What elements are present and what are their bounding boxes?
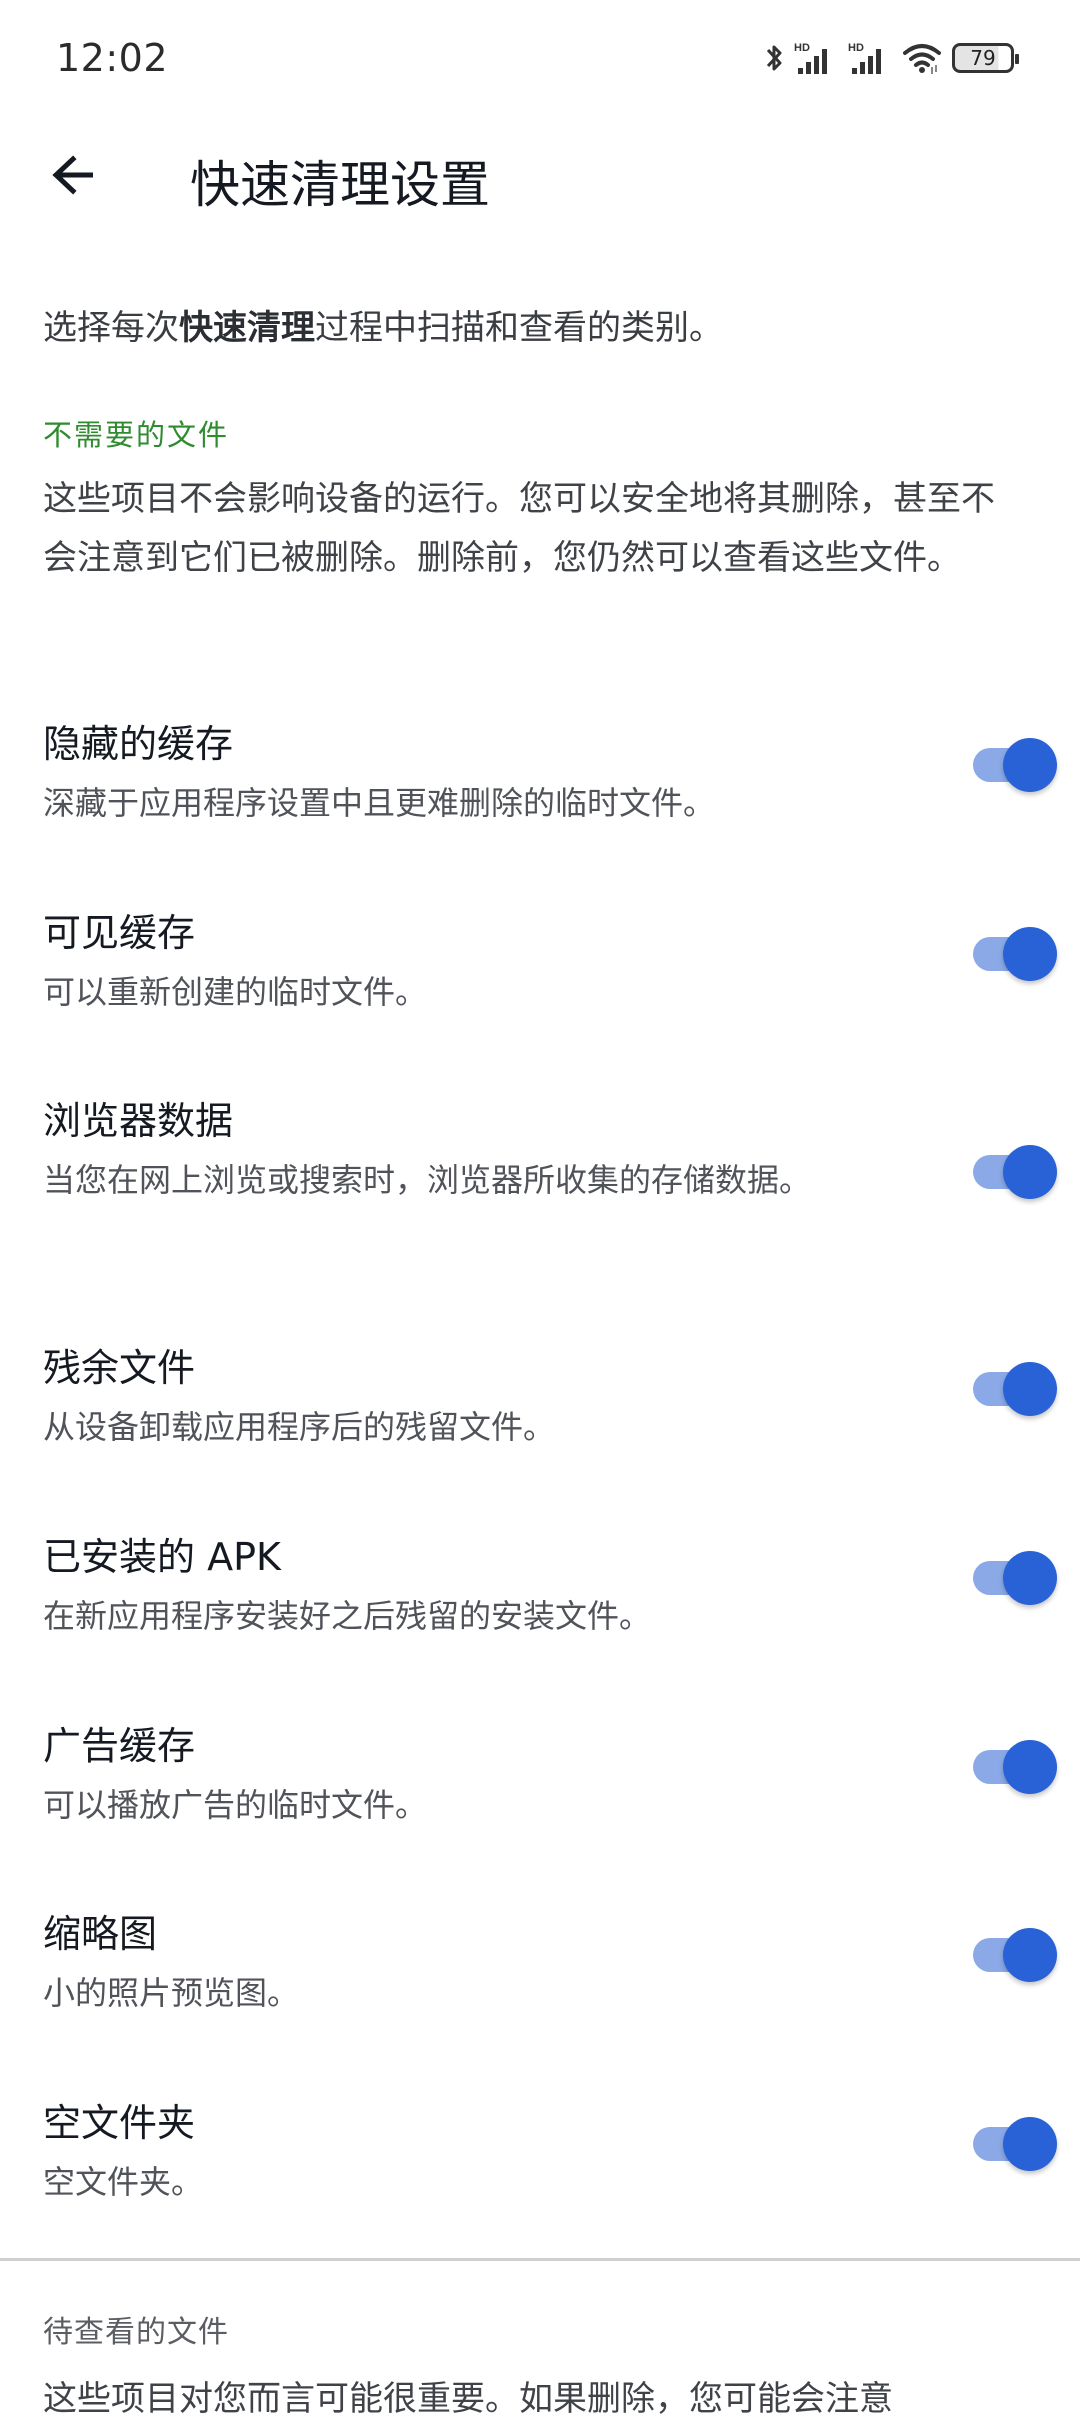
item-subtitle: 可以重新创建的临时文件。 <box>43 973 428 1011</box>
intro-suffix: 过程中扫描和查看的类别。 <box>315 308 723 348</box>
svg-text:HD: HD <box>794 42 810 54</box>
toggle-switch[interactable] <box>970 1142 1060 1202</box>
item-subtitle: 从设备卸载应用程序后的残留文件。 <box>43 1408 556 1446</box>
toggle-thumb <box>1003 2117 1057 2171</box>
item-title: 缩略图 <box>43 1912 158 1956</box>
toggle-thumb <box>1003 1362 1057 1416</box>
section-header-unneeded: 不需要的文件 <box>43 418 230 452</box>
intro-text: 选择每次快速清理过程中扫描和查看的类别。 <box>43 300 723 349</box>
toggle-thumb <box>1003 1740 1057 1794</box>
item-subtitle: 在新应用程序安装好之后残留的安装文件。 <box>43 1597 652 1635</box>
toggle-switch[interactable] <box>970 1925 1060 1985</box>
section-description: 这些项目不会影响设备的运行。您可以安全地将其删除，甚至不会注意到它们已被删除。删… <box>43 479 995 578</box>
setting-item-empty-folders[interactable]: 空文件夹 空文件夹。 <box>0 2092 1080 2252</box>
setting-item-browser-data[interactable]: 浏览器数据 当您在网上浏览或搜索时，浏览器所收集的存储数据。 <box>0 1090 1080 1290</box>
item-title: 可见缓存 <box>43 911 196 955</box>
setting-item-thumbnails[interactable]: 缩略图 小的照片预览图。 <box>0 1903 1080 2063</box>
svg-text:HD: HD <box>848 42 864 54</box>
toggle-thumb <box>1003 1551 1057 1605</box>
toggle-thumb <box>1003 1145 1057 1199</box>
status-icons: HD HD 79 <box>764 38 1019 78</box>
arrow-left-icon <box>52 155 93 195</box>
signal-hd-icon: HD <box>794 40 838 76</box>
toggle-switch[interactable] <box>970 1359 1060 1419</box>
bluetooth-icon <box>764 41 784 75</box>
item-subtitle: 当您在网上浏览或搜索时，浏览器所收集的存储数据。 <box>43 1161 812 1199</box>
setting-item-hidden-cache[interactable]: 隐藏的缓存 深藏于应用程序设置中且更难删除的临时文件。 <box>0 713 1080 873</box>
battery-icon: 79 <box>952 43 1019 73</box>
section-header-review: 待查看的文件 <box>43 2315 229 2350</box>
battery-level: 79 <box>970 46 996 70</box>
item-subtitle: 空文件夹。 <box>43 2163 204 2201</box>
item-title: 浏览器数据 <box>43 1099 234 1143</box>
item-title: 广告缓存 <box>43 1724 196 1768</box>
setting-item-installed-apk[interactable]: 已安装的 APK 在新应用程序安装好之后残留的安装文件。 <box>0 1526 1080 1686</box>
item-title: 已安装的 APK <box>43 1535 281 1579</box>
toggle-switch[interactable] <box>970 1548 1060 1608</box>
intro-prefix: 选择每次 <box>43 308 179 348</box>
intro-bold: 快速清理 <box>179 308 315 348</box>
toggle-switch[interactable] <box>970 1737 1060 1797</box>
status-time: 12:02 <box>56 36 169 80</box>
setting-item-residual-files[interactable]: 残余文件 从设备卸载应用程序后的残留文件。 <box>0 1337 1080 1497</box>
wifi-icon <box>902 41 942 75</box>
item-subtitle: 小的照片预览图。 <box>43 1974 300 2012</box>
back-button[interactable] <box>44 140 104 210</box>
section-divider <box>0 2258 1080 2261</box>
setting-item-ad-cache[interactable]: 广告缓存 可以播放广告的临时文件。 <box>0 1715 1080 1875</box>
toggle-switch[interactable] <box>970 924 1060 984</box>
toggle-switch[interactable] <box>970 735 1060 795</box>
item-title: 隐藏的缓存 <box>43 722 234 766</box>
signal-hd-icon: HD <box>848 40 892 76</box>
page-title: 快速清理设置 <box>190 156 490 214</box>
setting-item-visible-cache[interactable]: 可见缓存 可以重新创建的临时文件。 <box>0 902 1080 1062</box>
toggle-thumb <box>1003 927 1057 981</box>
item-subtitle: 可以播放广告的临时文件。 <box>43 1786 428 1824</box>
toggle-thumb <box>1003 738 1057 792</box>
item-title: 残余文件 <box>43 1346 196 1390</box>
toggle-switch[interactable] <box>970 2114 1060 2174</box>
toggle-thumb <box>1003 1928 1057 1982</box>
item-subtitle: 深藏于应用程序设置中且更难删除的临时文件。 <box>43 784 716 822</box>
item-title: 空文件夹 <box>43 2101 196 2145</box>
